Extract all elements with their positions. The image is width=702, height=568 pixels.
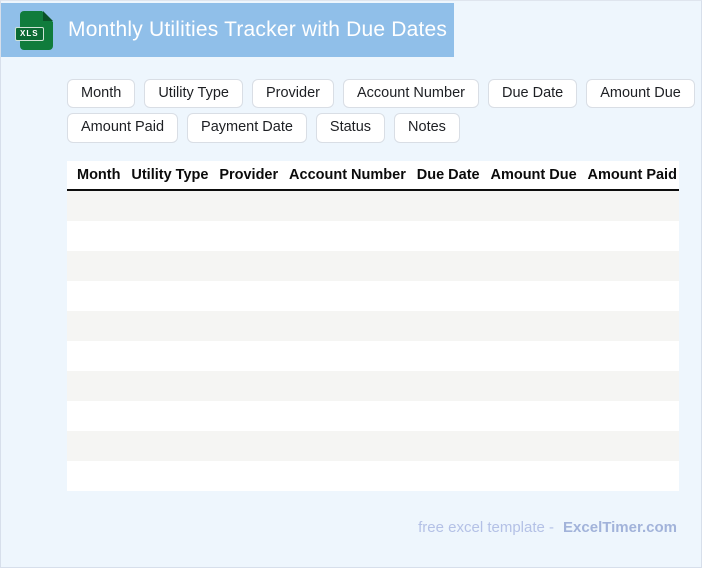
file-fold-icon (43, 10, 53, 21)
col-header-amount-due: Amount Due (490, 167, 577, 183)
chip-notes[interactable]: Notes (394, 113, 460, 143)
table-row (67, 431, 679, 461)
page: XLS Monthly Utilities Tracker with Due D… (0, 0, 702, 568)
table-row (67, 191, 679, 221)
chip-amount-due[interactable]: Amount Due (586, 79, 695, 109)
table-row (67, 221, 679, 251)
col-header-amount-paid: Amount Paid (587, 167, 677, 183)
preview-table: Month Utility Type Provider Account Numb… (67, 161, 679, 491)
col-header-due-date: Due Date (416, 167, 480, 183)
col-header-utility-type: Utility Type (131, 167, 209, 183)
xls-file-icon: XLS (15, 10, 53, 50)
table-row (67, 281, 679, 311)
chip-provider[interactable]: Provider (251, 79, 334, 109)
table-header-row: Month Utility Type Provider Account Numb… (67, 161, 679, 191)
table-row (67, 311, 679, 341)
col-header-provider: Provider (219, 167, 279, 183)
col-header-month: Month (77, 167, 121, 183)
footer-brand-link[interactable]: ExcelTimer.com (563, 519, 677, 536)
header-bar: XLS Monthly Utilities Tracker with Due D… (1, 3, 454, 57)
table-row (67, 461, 679, 491)
chip-amount-paid[interactable]: Amount Paid (67, 113, 179, 143)
chip-due-date[interactable]: Due Date (487, 79, 578, 109)
chip-account-number[interactable]: Account Number (342, 79, 479, 109)
chip-payment-date[interactable]: Payment Date (187, 113, 307, 143)
footer-credit: free excel template - ExcelTimer.com (418, 519, 677, 536)
xls-badge: XLS (15, 26, 44, 41)
chip-row-2: Amount Paid Payment Date Status Notes (67, 113, 695, 143)
col-header-account-number: Account Number (289, 167, 406, 183)
column-chips: Month Utility Type Provider Account Numb… (67, 79, 695, 148)
table-body (67, 191, 679, 491)
table-row (67, 341, 679, 371)
chip-row-1: Month Utility Type Provider Account Numb… (67, 79, 695, 109)
table-row (67, 401, 679, 431)
chip-utility-type[interactable]: Utility Type (144, 79, 243, 109)
footer-text: free excel template - (418, 519, 555, 536)
page-title: Monthly Utilities Tracker with Due Dates (68, 18, 448, 41)
chip-month[interactable]: Month (67, 79, 136, 109)
table-row (67, 251, 679, 281)
table-row (67, 371, 679, 401)
chip-status[interactable]: Status (315, 113, 386, 143)
